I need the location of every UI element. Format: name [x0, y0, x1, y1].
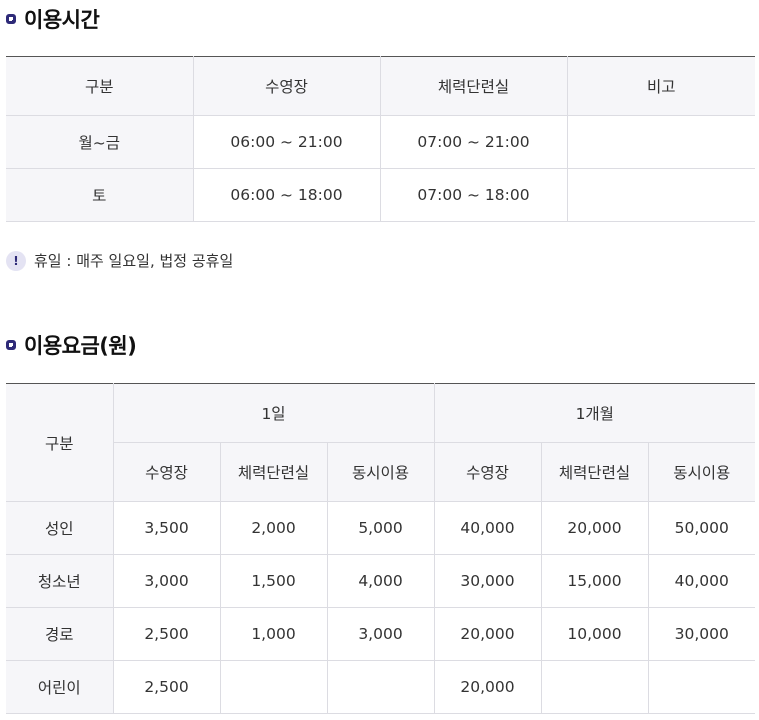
fee-cell: [648, 660, 756, 714]
row-label: 성인: [6, 501, 114, 555]
fee-cell: 50,000: [648, 501, 756, 555]
fee-cell: 20,000: [434, 607, 542, 661]
row-label: 토: [6, 168, 194, 222]
fees-section-title: 이용요금(원): [6, 330, 137, 360]
fee-cell: 1,500: [220, 554, 328, 608]
fee-cell: [541, 660, 649, 714]
fee-cell: 2,500: [113, 660, 221, 714]
table-row: 경로 2,500 1,000 3,000 20,000 10,000 30,00…: [6, 607, 756, 661]
holiday-notice: ! 휴일 : 매주 일요일, 법정 공휴일: [6, 250, 233, 271]
fee-cell: 20,000: [541, 501, 649, 555]
square-bullet-icon: [6, 340, 16, 350]
fee-cell: 1,000: [220, 607, 328, 661]
fee-cell: 10,000: [541, 607, 649, 661]
hours-header-pool: 수영장: [193, 56, 381, 116]
fee-cell: 40,000: [648, 554, 756, 608]
subheader-gym: 체력단련실: [220, 442, 328, 502]
fee-cell: 4,000: [327, 554, 435, 608]
subheader-combined: 동시이용: [327, 442, 435, 502]
exclamation-icon: !: [6, 250, 26, 271]
fee-cell: 15,000: [541, 554, 649, 608]
gym-hours: 07:00 ~ 18:00: [380, 168, 568, 222]
fee-cell: [220, 660, 328, 714]
pool-hours: 06:00 ~ 21:00: [193, 115, 381, 169]
fee-cell: 3,000: [113, 554, 221, 608]
row-label: 청소년: [6, 554, 114, 608]
hours-header-note: 비고: [567, 56, 755, 116]
fee-cell: 2,500: [113, 607, 221, 661]
fees-header-month: 1개월: [434, 383, 756, 443]
hours-title: 이용시간: [24, 8, 100, 32]
table-row: 토 06:00 ~ 18:00 07:00 ~ 18:00: [6, 168, 755, 222]
subheader-combined: 동시이용: [648, 442, 756, 502]
hours-header-gym: 체력단련실: [380, 56, 568, 116]
note-cell: [567, 115, 755, 169]
fee-cell: 20,000: [434, 660, 542, 714]
hours-header-category: 구분: [6, 56, 194, 116]
table-row: 청소년 3,000 1,500 4,000 30,000 15,000 40,0…: [6, 554, 756, 608]
fees-subheader-row: 수영장 체력단련실 동시이용 수영장 체력단련실 동시이용: [6, 442, 756, 502]
table-row: 어린이 2,500 20,000: [6, 660, 756, 714]
fee-cell: 30,000: [434, 554, 542, 608]
subheader-pool: 수영장: [434, 442, 542, 502]
fee-cell: 5,000: [327, 501, 435, 555]
gym-hours: 07:00 ~ 21:00: [380, 115, 568, 169]
fees-table: 구분 1일 1개월 수영장 체력단련실 동시이용 수영장 체력단련실 동시이용 …: [6, 383, 756, 714]
fee-cell: 3,000: [327, 607, 435, 661]
fees-header-day: 1일: [113, 383, 435, 443]
fees-header-row: 구분 1일 1개월: [6, 383, 756, 502]
hours-table: 구분 수영장 체력단련실 비고 월~금 06:00 ~ 21:00 07:00 …: [6, 56, 755, 222]
hours-section-title: 이용시간: [6, 4, 100, 34]
fee-cell: 2,000: [220, 501, 328, 555]
table-row: 성인 3,500 2,000 5,000 40,000 20,000 50,00…: [6, 501, 756, 555]
fees-title: 이용요금(원): [24, 334, 137, 358]
row-label: 월~금: [6, 115, 194, 169]
square-bullet-icon: [6, 14, 16, 24]
hours-header-row: 구분 수영장 체력단련실 비고: [6, 56, 755, 116]
row-label: 어린이: [6, 660, 114, 714]
table-row: 월~금 06:00 ~ 21:00 07:00 ~ 21:00: [6, 115, 755, 169]
fee-cell: [327, 660, 435, 714]
holiday-notice-text: 휴일 : 매주 일요일, 법정 공휴일: [34, 252, 234, 270]
fee-cell: 30,000: [648, 607, 756, 661]
fees-header-category: 구분: [6, 383, 114, 502]
subheader-pool: 수영장: [113, 442, 221, 502]
pool-hours: 06:00 ~ 18:00: [193, 168, 381, 222]
note-cell: [567, 168, 755, 222]
fee-cell: 3,500: [113, 501, 221, 555]
subheader-gym: 체력단련실: [541, 442, 649, 502]
fee-cell: 40,000: [434, 501, 542, 555]
row-label: 경로: [6, 607, 114, 661]
